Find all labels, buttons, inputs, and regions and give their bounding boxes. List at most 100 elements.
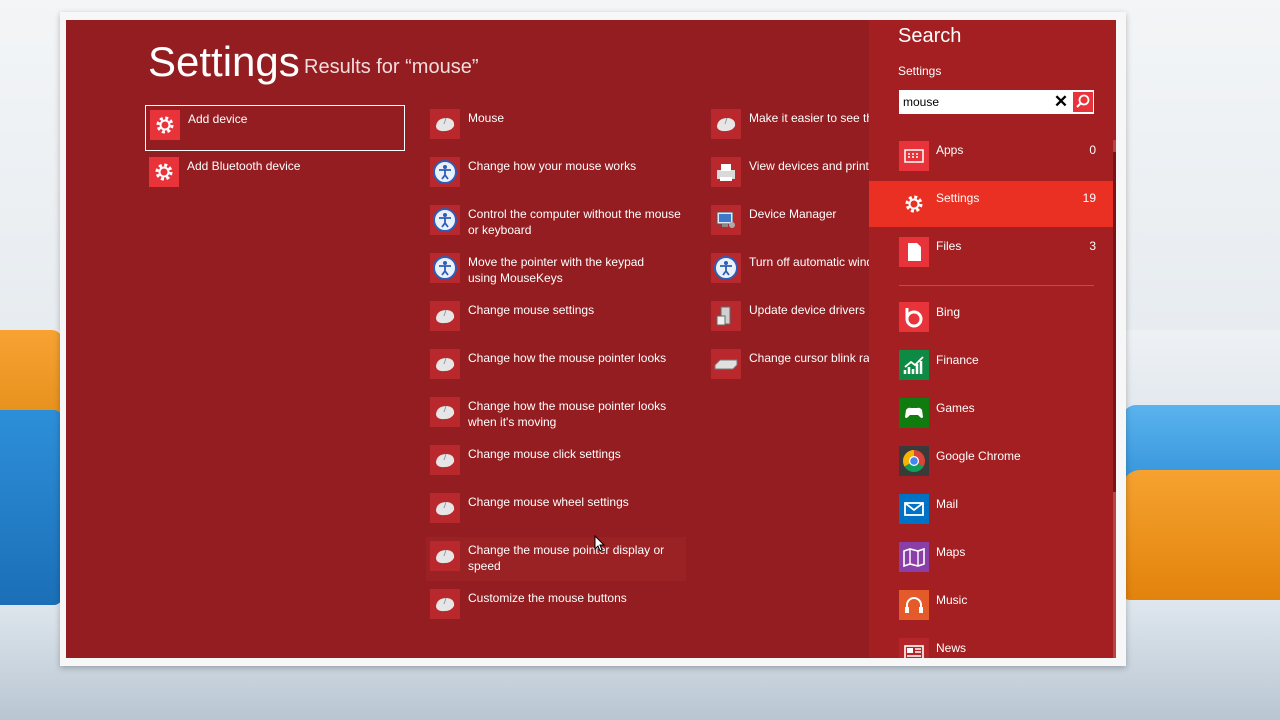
maps-icon <box>899 542 929 572</box>
result-make-easier-to-see[interactable]: Make it easier to see the m <box>707 105 869 149</box>
result-label: Mouse <box>468 111 505 125</box>
background-chair <box>1122 470 1280 600</box>
result-change-how-your-mouse-works[interactable]: Change how your mouse works <box>426 153 686 197</box>
ease-of-access-icon <box>430 157 460 187</box>
printer-icon <box>711 157 741 187</box>
search-box[interactable]: ✕ <box>899 90 1094 114</box>
result-pointer-looks-moving[interactable]: Change how the mouse pointer looks when … <box>426 393 686 437</box>
result-device-manager[interactable]: Device Manager <box>707 201 869 245</box>
finance-icon <box>899 350 929 380</box>
mouse-icon <box>430 397 460 427</box>
result-customize-buttons[interactable]: Customize the mouse buttons <box>426 585 686 629</box>
app-label: Maps <box>936 545 966 559</box>
ease-of-access-icon <box>430 205 460 235</box>
result-label: Change mouse click settings <box>468 447 621 461</box>
app-label: News <box>936 641 967 655</box>
mouse-icon <box>430 445 460 475</box>
result-label: View devices and printers <box>749 159 869 173</box>
app-maps[interactable]: Maps <box>869 537 1116 581</box>
result-label: Change how the mouse pointer looks when … <box>468 399 667 429</box>
mouse-icon <box>430 541 460 571</box>
pane-divider <box>899 285 1094 286</box>
app-news[interactable]: News <box>869 633 1116 658</box>
result-mousekeys[interactable]: Move the pointer with the keypad using M… <box>426 249 686 293</box>
music-icon <box>899 590 929 620</box>
result-label: Add device <box>188 112 248 126</box>
scope-files[interactable]: Files 3 <box>869 229 1116 275</box>
app-mail[interactable]: Mail <box>869 489 1116 533</box>
result-control-without-mouse[interactable]: Control the computer without the mouse o… <box>426 201 686 245</box>
mouse-icon <box>430 589 460 619</box>
result-change-mouse-settings[interactable]: Change mouse settings <box>426 297 686 341</box>
result-label: Change how the mouse pointer looks <box>468 351 667 365</box>
search-charm-pane: Search Settings ✕ Apps 0 Settings 19 <box>869 20 1116 658</box>
result-label: Customize the mouse buttons <box>468 591 627 605</box>
result-label: Change mouse settings <box>468 303 595 317</box>
chrome-icon <box>899 446 929 476</box>
scope-label: Files <box>936 239 962 253</box>
result-pointer-display-speed[interactable]: Change the mouse pointer display or spee… <box>426 537 686 581</box>
app-google-chrome[interactable]: Google Chrome <box>869 441 1116 485</box>
result-add-bluetooth-device[interactable]: Add Bluetooth device <box>145 153 403 197</box>
app-label: Bing <box>936 305 961 319</box>
close-icon[interactable]: ✕ <box>1051 92 1071 112</box>
result-label: Control the computer without the mouse o… <box>468 207 681 237</box>
mouse-icon <box>430 301 460 331</box>
mouse-cursor-icon <box>594 535 606 552</box>
search-icon[interactable] <box>1073 92 1093 112</box>
result-add-device[interactable]: Add device <box>145 105 405 151</box>
result-turn-off-automatic[interactable]: Turn off automatic windo <box>707 249 869 293</box>
app-games[interactable]: Games <box>869 393 1116 437</box>
mouse-icon <box>430 109 460 139</box>
file-icon <box>899 237 929 267</box>
result-click-settings[interactable]: Change mouse click settings <box>426 441 686 485</box>
apps-icon <box>899 141 929 171</box>
windows-search-screen: Settings Results for “mouse” Add device … <box>66 20 1116 658</box>
app-label: Finance <box>936 353 979 367</box>
mouse-icon <box>430 493 460 523</box>
scope-count: 19 <box>1082 191 1096 205</box>
app-bing[interactable]: Bing <box>869 297 1116 341</box>
gear-icon <box>150 110 180 140</box>
result-label: Change mouse wheel settings <box>468 495 629 509</box>
result-label: Make it easier to see the m <box>749 111 869 125</box>
app-music[interactable]: Music <box>869 585 1116 629</box>
gear-icon <box>899 189 929 219</box>
result-label: Change the mouse pointer display or spee… <box>468 543 665 573</box>
search-input[interactable] <box>903 93 1043 111</box>
keyboard-icon <box>711 349 741 379</box>
result-mouse[interactable]: Mouse <box>426 105 686 149</box>
app-label: Music <box>936 593 968 607</box>
search-pane-title: Search <box>898 25 962 47</box>
scope-count: 0 <box>1089 143 1096 157</box>
result-view-devices-printers[interactable]: View devices and printers <box>707 153 869 197</box>
mouse-icon <box>430 349 460 379</box>
page-title: Settings <box>148 38 300 85</box>
device-manager-icon <box>711 205 741 235</box>
page-subtitle: Results for “mouse” <box>304 56 479 78</box>
ease-of-access-icon <box>430 253 460 283</box>
result-label: Update device drivers <box>749 303 866 317</box>
app-label: Mail <box>936 497 959 511</box>
result-pointer-looks[interactable]: Change how the mouse pointer looks <box>426 345 686 389</box>
result-label: Change how your mouse works <box>468 159 637 173</box>
result-label: Turn off automatic windo <box>749 255 869 269</box>
scope-label: Apps <box>936 143 964 157</box>
app-finance[interactable]: Finance <box>869 345 1116 389</box>
result-label: Add Bluetooth device <box>187 159 301 173</box>
scope-label: Settings <box>936 191 980 205</box>
background-sofa <box>0 410 62 605</box>
scrollbar-thumb[interactable] <box>1113 152 1116 492</box>
ease-of-access-icon <box>711 253 741 283</box>
result-cursor-blink-rate[interactable]: Change cursor blink rate <box>707 345 869 389</box>
scope-apps[interactable]: Apps 0 <box>869 133 1116 179</box>
results-area: Settings Results for “mouse” Add device … <box>66 20 869 658</box>
device-drivers-icon <box>711 301 741 331</box>
mail-icon <box>899 494 929 524</box>
scope-settings[interactable]: Settings 19 <box>869 181 1116 227</box>
mouse-icon <box>711 109 741 139</box>
search-scope-label: Settings <box>898 64 942 78</box>
result-wheel-settings[interactable]: Change mouse wheel settings <box>426 489 686 533</box>
result-update-device-drivers[interactable]: Update device drivers <box>707 297 869 341</box>
news-icon <box>899 638 929 658</box>
